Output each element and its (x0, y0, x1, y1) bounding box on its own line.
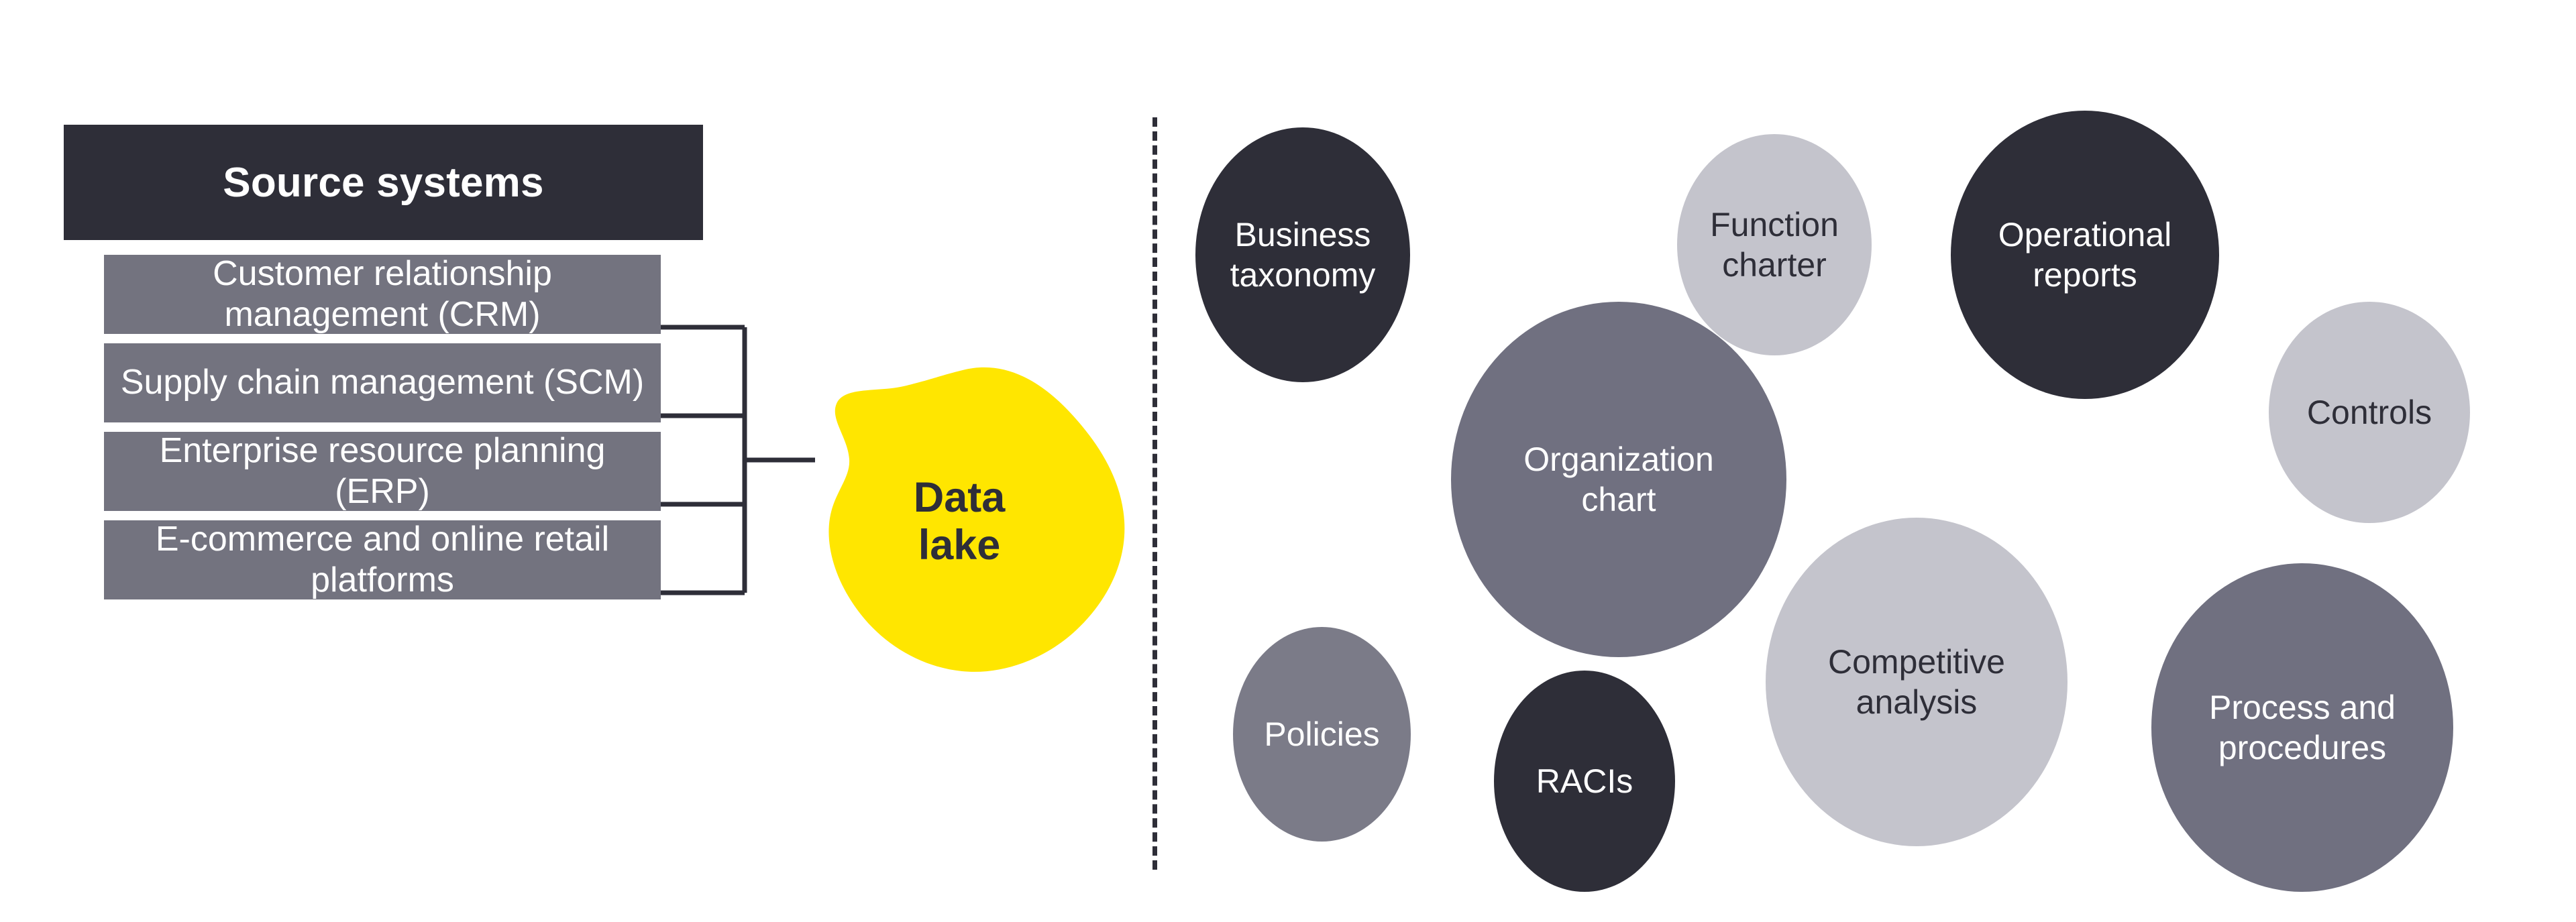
bubble-policies: Policies (1233, 627, 1411, 842)
bubble-label-controls: Controls (2306, 394, 2432, 431)
source-system-label-scm: Supply chain management (SCM) (120, 363, 645, 402)
bubble-label-business-taxonomy: Business taxonomy (1230, 216, 1376, 294)
source-system-label-crm: Customer relationship management (CRM) (213, 253, 552, 334)
bubble-label-organization-chart: Organization chart (1523, 441, 1714, 518)
bubble-process-and-procedures: Process and procedures (2151, 563, 2453, 892)
bubble-label-operational-reports: Operational reports (1998, 216, 2172, 294)
data-lake-label: Data lake (792, 365, 1127, 677)
source-system-box-erp: Enterprise resource planning (ERP) (104, 430, 661, 511)
source-system-box-ecommerce: E-commerce and online retail platforms (104, 520, 661, 599)
bubble-competitive-analysis: Competitive analysis (1766, 518, 2068, 846)
section-divider (1152, 117, 1157, 870)
data-lake-line1: Data (913, 473, 1006, 521)
source-system-label-ecommerce: E-commerce and online retail platforms (155, 519, 610, 599)
source-system-box-crm: Customer relationship management (CRM) (104, 253, 661, 334)
data-lake-line2: lake (918, 521, 1001, 569)
bubble-organization-chart: Organization chart (1451, 302, 1786, 657)
bubble-controls: Controls (2269, 302, 2470, 523)
bubble-function-charter: Function charter (1677, 134, 1872, 355)
source-system-label-erp: Enterprise resource planning (ERP) (159, 430, 606, 511)
bubble-label-process-and-procedures: Process and procedures (2209, 689, 2396, 766)
bubble-business-taxonomy: Business taxonomy (1195, 127, 1410, 382)
data-lake-node: Data lake (792, 365, 1127, 677)
source-systems-title: Source systems (223, 159, 544, 206)
bubble-label-policies: Policies (1264, 715, 1380, 753)
bubble-label-competitive-analysis: Competitive analysis (1828, 643, 2005, 721)
bubble-racis: RACIs (1494, 671, 1675, 892)
bubble-label-function-charter: Function charter (1710, 206, 1839, 284)
source-system-box-scm: Supply chain management (SCM) (104, 343, 661, 422)
bubble-operational-reports: Operational reports (1951, 111, 2219, 399)
source-systems-header: Source systems (64, 125, 703, 240)
diagram-canvas: Source systems Customer relationship man… (0, 0, 2576, 922)
bubble-label-racis: RACIs (1536, 762, 1633, 800)
